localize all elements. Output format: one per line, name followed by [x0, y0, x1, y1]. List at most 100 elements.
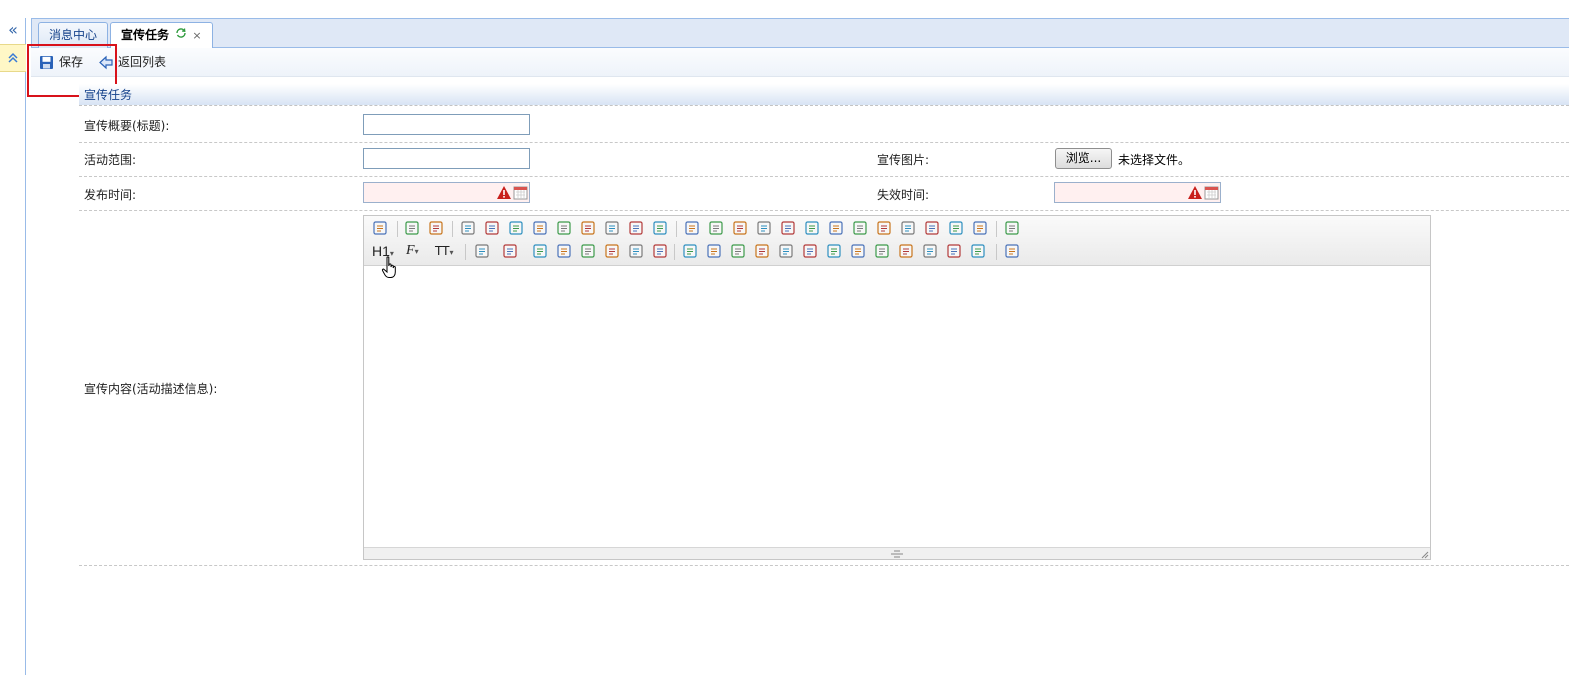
align-justify-icon[interactable] [756, 220, 774, 238]
font-color-icon[interactable] [474, 243, 492, 261]
title-input[interactable] [363, 114, 530, 135]
highlight-icon[interactable] [502, 243, 520, 261]
strikethrough-icon[interactable] [604, 243, 622, 261]
superscript-icon[interactable] [900, 220, 918, 238]
attachment-icon[interactable] [778, 243, 796, 261]
tab-bar: 消息中心 宣传任务 × [31, 18, 1569, 50]
calendar-icon[interactable] [1204, 185, 1219, 200]
line-height-icon[interactable] [628, 243, 646, 261]
row-divider [79, 565, 1569, 566]
align-center-icon[interactable] [708, 220, 726, 238]
multi-image-icon[interactable] [706, 243, 724, 261]
paste-text-icon[interactable] [628, 220, 646, 238]
back-arrow-icon [99, 55, 113, 70]
no-file-text: 未选择文件。 [1118, 153, 1191, 167]
editor-toolbar: H1▾ F▾ TT▾ [364, 216, 1430, 266]
calendar-icon[interactable] [513, 185, 528, 200]
publish-time-field[interactable] [363, 182, 530, 203]
font-size-label: TT [435, 244, 450, 258]
form-toolbar: 保存 返回列表 [31, 48, 1569, 77]
save-button[interactable]: 保存 [39, 54, 99, 71]
toolbar-separator [397, 221, 398, 237]
back-label: 返回列表 [118, 55, 167, 69]
unlink-icon[interactable] [970, 243, 988, 261]
paste-icon[interactable] [604, 220, 622, 238]
remove-format-icon[interactable] [652, 243, 670, 261]
source-icon[interactable] [372, 220, 390, 238]
tab-promotion-task[interactable]: 宣传任务 × [110, 22, 213, 50]
editor-resize-bar[interactable] [364, 547, 1430, 559]
italic-icon[interactable] [556, 243, 574, 261]
content-label: 宣传内容(活动描述信息): [84, 382, 218, 396]
image-label: 宣传图片: [877, 153, 930, 167]
toolbar-separator [674, 244, 675, 260]
row-divider [79, 142, 1569, 143]
preview-icon[interactable] [460, 220, 478, 238]
refresh-icon[interactable] [175, 23, 187, 48]
link-icon[interactable] [946, 243, 964, 261]
outdent-icon[interactable] [852, 220, 870, 238]
tab-message-center[interactable]: 消息中心 [38, 22, 109, 49]
browse-file-button[interactable]: 浏览... [1055, 148, 1112, 169]
help-icon[interactable] [1004, 243, 1022, 261]
ordered-list-icon[interactable] [780, 220, 798, 238]
tab-label: 消息中心 [49, 28, 98, 42]
rich-text-editor: H1▾ F▾ TT▾ [363, 215, 1431, 560]
font-size-dropdown[interactable]: TT▾ [435, 244, 459, 262]
fullscreen-icon[interactable] [1004, 220, 1022, 238]
save-label: 保存 [59, 55, 84, 69]
section-header: 宣传任务 [79, 84, 1569, 106]
publish-time-label: 发布时间: [84, 188, 137, 202]
row-divider [79, 210, 1569, 211]
expire-time-label: 失效时间: [877, 188, 930, 202]
expire-time-field[interactable] [1054, 182, 1221, 203]
tab-label: 宣传任务 [121, 28, 170, 42]
flash-icon[interactable] [730, 243, 748, 261]
expand-panel-button[interactable] [0, 44, 26, 72]
code-icon[interactable] [532, 220, 550, 238]
close-tab-icon[interactable]: × [192, 23, 201, 48]
redo-icon[interactable] [428, 220, 446, 238]
subscript-icon[interactable] [876, 220, 894, 238]
clear-format-icon[interactable] [924, 220, 942, 238]
quick-format-icon[interactable] [948, 220, 966, 238]
font-family-dropdown[interactable]: F▾ [406, 243, 430, 261]
print-icon[interactable] [484, 220, 502, 238]
emoticon-icon[interactable] [850, 243, 868, 261]
page-break-icon[interactable] [898, 243, 916, 261]
editor-content-area[interactable] [364, 266, 1430, 547]
copy-icon[interactable] [580, 220, 598, 238]
underline-icon[interactable] [580, 243, 598, 261]
back-to-list-button[interactable]: 返回列表 [98, 54, 178, 71]
font-family-label: F [406, 243, 415, 258]
scope-input[interactable] [363, 148, 530, 169]
double-chevron-left-icon: « [8, 20, 18, 39]
table-icon[interactable] [802, 243, 820, 261]
map-icon[interactable] [874, 243, 892, 261]
toolbar-separator [465, 244, 466, 260]
bold-icon[interactable] [532, 243, 550, 261]
toolbar-separator [676, 221, 677, 237]
template-icon[interactable] [508, 220, 526, 238]
warning-icon [497, 186, 511, 199]
save-icon [40, 56, 53, 69]
align-right-icon[interactable] [732, 220, 750, 238]
media-icon[interactable] [754, 243, 772, 261]
corner-resize-icon[interactable] [1421, 551, 1429, 559]
title-label: 宣传概要(标题): [84, 119, 170, 133]
align-left-icon[interactable] [684, 220, 702, 238]
image-icon[interactable] [682, 243, 700, 261]
select-all-icon[interactable] [972, 220, 990, 238]
toolbar-separator [996, 244, 997, 260]
horizontal-rule-icon[interactable] [826, 243, 844, 261]
cut-icon[interactable] [556, 220, 574, 238]
undo-icon[interactable] [404, 220, 422, 238]
unordered-list-icon[interactable] [804, 220, 822, 238]
left-rail [0, 18, 26, 675]
indent-icon[interactable] [828, 220, 846, 238]
resize-handle-icon[interactable] [890, 550, 904, 558]
collapse-sidebar-button[interactable]: « [0, 18, 26, 44]
anchor-icon[interactable] [922, 243, 940, 261]
toolbar-separator [452, 221, 453, 237]
paste-word-icon[interactable] [652, 220, 670, 238]
